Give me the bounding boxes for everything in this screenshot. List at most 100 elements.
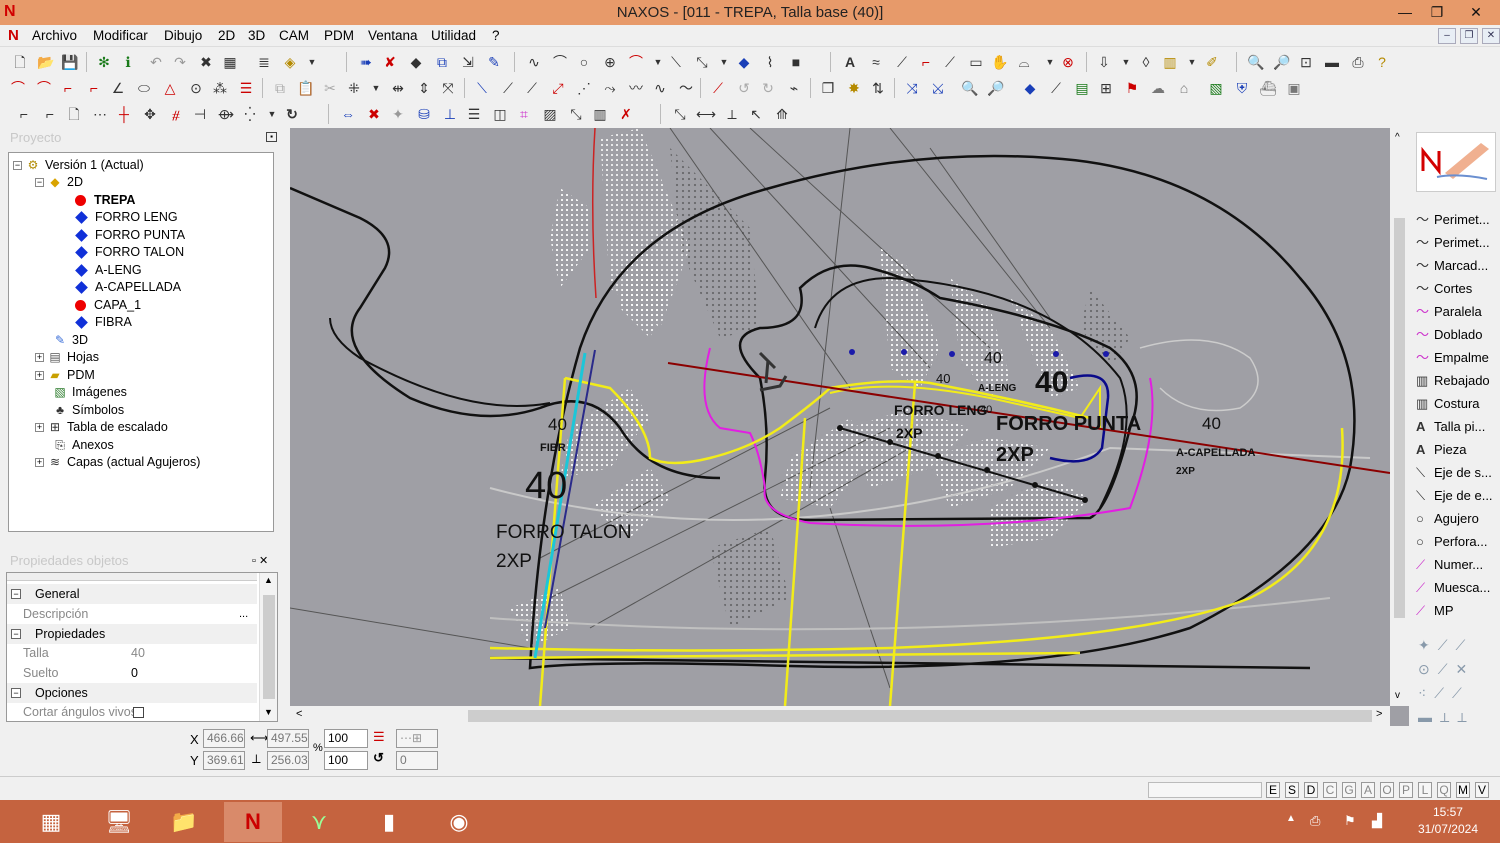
shape-icon[interactable]: ⌓ bbox=[1014, 52, 1034, 72]
mirror-icon[interactable]: ⇹ bbox=[388, 78, 408, 98]
open-folder-icon[interactable]: 📂 bbox=[36, 52, 56, 72]
canvas-vertical-scrollbar[interactable]: ^ v bbox=[1390, 128, 1409, 706]
tangent-icon[interactable]: ⟋ bbox=[1046, 78, 1066, 98]
restore-button[interactable]: ❐ bbox=[1420, 0, 1454, 25]
naxos-app-icon[interactable]: N bbox=[224, 802, 282, 842]
wave-3-icon[interactable]: ∿ bbox=[650, 78, 670, 98]
list-icon[interactable]: ☰ bbox=[373, 729, 385, 745]
pin-icon[interactable]: ▪ bbox=[266, 132, 277, 142]
hand-icon[interactable]: ✋ bbox=[990, 52, 1010, 72]
properties-scrollbar[interactable]: ▲ ▼ bbox=[259, 573, 277, 721]
tool-numeracion[interactable]: ⟋ Numer... bbox=[1416, 554, 1500, 576]
explode-icon[interactable]: ✸ bbox=[844, 78, 864, 98]
zigzag-icon[interactable]: ⋰ bbox=[574, 78, 594, 98]
bars-icon[interactable]: ▥ bbox=[590, 104, 610, 124]
move-icon[interactable]: ➠ bbox=[356, 52, 376, 72]
flag-icon[interactable]: ⚑ bbox=[1122, 78, 1142, 98]
tool-cortes[interactable]: 〜 Cortes bbox=[1416, 278, 1500, 300]
zoom-window-icon[interactable]: ⊡ bbox=[1296, 52, 1316, 72]
arc-icon[interactable]: ⌒ bbox=[550, 52, 570, 72]
diamond-icon[interactable]: ◆ bbox=[734, 52, 754, 72]
flip-icon[interactable]: ⇕ bbox=[414, 78, 434, 98]
status-toggle-v[interactable]: V bbox=[1475, 782, 1489, 798]
corner-icon[interactable]: ⌐ bbox=[58, 78, 78, 98]
cut-line-icon[interactable]: ⟋ bbox=[708, 78, 728, 98]
status-toggle-a[interactable]: A bbox=[1361, 782, 1375, 798]
grid-toggle[interactable]: ⋯⊞ bbox=[396, 729, 438, 748]
status-toggle-q[interactable]: Q bbox=[1437, 782, 1451, 798]
dropdown-icon[interactable]: ▼ bbox=[262, 104, 282, 124]
circle-icon[interactable]: ○ bbox=[574, 52, 594, 72]
tool-perforado[interactable]: ○ Perfora... bbox=[1416, 531, 1500, 553]
tree-item-a-leng[interactable]: A-LENG bbox=[75, 262, 142, 279]
rotate-right-icon[interactable]: ↻ bbox=[758, 78, 778, 98]
shield-icon[interactable]: ⛨ bbox=[1232, 78, 1252, 98]
dropdown-icon[interactable]: ▼ bbox=[366, 78, 386, 98]
menu-utilidad[interactable]: Utilidad bbox=[431, 28, 476, 43]
redo-icon[interactable]: ↷ bbox=[170, 52, 190, 72]
group-icon[interactable]: ⁜ bbox=[344, 78, 364, 98]
status-toggle-m[interactable]: M bbox=[1456, 782, 1470, 798]
tree-item-forro-talon[interactable]: FORRO TALON bbox=[75, 244, 184, 261]
tool-muesca[interactable]: ⟋ Muesca... bbox=[1416, 577, 1500, 599]
tool-perimetro-2[interactable]: 〜 Perimet... bbox=[1416, 232, 1500, 254]
dropdown-icon[interactable]: ▼ bbox=[302, 52, 322, 72]
new-file-icon[interactable]: 🗋 bbox=[10, 52, 30, 72]
tool-agujero[interactable]: ○ Agujero bbox=[1416, 508, 1500, 530]
select-icon[interactable]: ⧉ bbox=[432, 52, 452, 72]
status-toggle-g[interactable]: G bbox=[1342, 782, 1356, 798]
dropdown-icon[interactable]: ▼ bbox=[1182, 52, 1202, 72]
tree-item-2d[interactable]: − ◆ 2D bbox=[35, 174, 83, 191]
point-icon[interactable]: ◆ bbox=[1020, 78, 1040, 98]
tree-item-hojas[interactable]: + ▤ Hojas bbox=[35, 349, 99, 366]
spiral-icon[interactable]: ⊙ bbox=[186, 78, 206, 98]
height-field[interactable]: 256.03 bbox=[267, 751, 309, 770]
flag-icon[interactable]: ⚑ bbox=[1344, 813, 1356, 829]
section-opciones[interactable]: − Opciones bbox=[7, 683, 257, 703]
arc-tool-2-icon[interactable]: ⌒ bbox=[34, 78, 54, 98]
tree-item-anexos[interactable]: ⎘ Anexos bbox=[53, 437, 114, 454]
slash-icon[interactable]: ⟋ bbox=[940, 52, 960, 72]
tree-item-capa-1[interactable]: CAPA_1 bbox=[75, 297, 141, 314]
pen-icon[interactable]: ✎ bbox=[484, 52, 504, 72]
paint-icon[interactable]: ◈ bbox=[280, 52, 300, 72]
angle-icon[interactable]: ∠ bbox=[108, 78, 128, 98]
info-icon[interactable]: ℹ bbox=[118, 52, 138, 72]
delete-icon[interactable]: ✖ bbox=[196, 52, 216, 72]
split-icon[interactable]: ⤩ bbox=[928, 78, 948, 98]
grid-icon[interactable]: ▤ bbox=[1072, 78, 1092, 98]
measure-icon[interactable]: ▬ bbox=[1322, 52, 1342, 72]
tree-item-forro-leng[interactable]: FORRO LENG bbox=[75, 209, 178, 226]
menu-2d[interactable]: 2D bbox=[218, 28, 235, 43]
section-propiedades[interactable]: − Propiedades bbox=[7, 624, 257, 644]
node-icon[interactable]: ⤡ bbox=[692, 52, 712, 72]
page-icon[interactable]: 🗋 bbox=[64, 104, 84, 124]
tool-paralela[interactable]: 〜 Paralela bbox=[1416, 301, 1500, 323]
cross-move-icon[interactable]: ✥ bbox=[140, 104, 160, 124]
network-printer-icon[interactable]: ⎙ bbox=[1310, 813, 1320, 829]
bend-icon[interactable]: ⌐ bbox=[916, 52, 936, 72]
collapse-icon[interactable]: − bbox=[11, 589, 21, 599]
refresh-icon[interactable]: ↻ bbox=[282, 104, 302, 124]
tree-item-version[interactable]: − ⚙ Versión 1 (Actual) bbox=[13, 157, 144, 174]
mark-2-icon[interactable]: ✦ bbox=[388, 104, 408, 124]
cylinder-icon[interactable]: ⛁ bbox=[414, 104, 434, 124]
align-icon[interactable]: ⇅ bbox=[868, 78, 888, 98]
status-toggle-p[interactable]: P bbox=[1399, 782, 1413, 798]
print-icon[interactable]: ⎙ bbox=[1348, 52, 1368, 72]
tree-item-trepa[interactable]: TREPA bbox=[75, 192, 135, 209]
tree-item-3d[interactable]: ✎ 3D bbox=[53, 332, 88, 349]
cortar-angulos-checkbox[interactable] bbox=[133, 707, 144, 718]
line-2-icon[interactable]: ⟋ bbox=[498, 78, 518, 98]
join-icon[interactable]: ⤨ bbox=[902, 78, 922, 98]
notch-icon[interactable]: ┼ bbox=[114, 104, 134, 124]
tree-item-a-capellada[interactable]: A-CAPELLADA bbox=[75, 279, 181, 296]
undo-icon[interactable]: ↶ bbox=[146, 52, 166, 72]
pattern-2-icon[interactable]: ⌗ bbox=[514, 104, 534, 124]
settings-icon[interactable]: ✻ bbox=[94, 52, 114, 72]
tool-pieza[interactable]: A Pieza bbox=[1416, 439, 1500, 461]
cad-canvas[interactable]: 40 FORRO TALON 2XP 40 FIBR 40 40 40 A-LE… bbox=[290, 128, 1390, 706]
dimension-icon[interactable]: ⋯ bbox=[90, 104, 110, 124]
cursor-icon[interactable]: ⇲ bbox=[458, 52, 478, 72]
signal-icon[interactable]: ▟ bbox=[1372, 813, 1382, 829]
